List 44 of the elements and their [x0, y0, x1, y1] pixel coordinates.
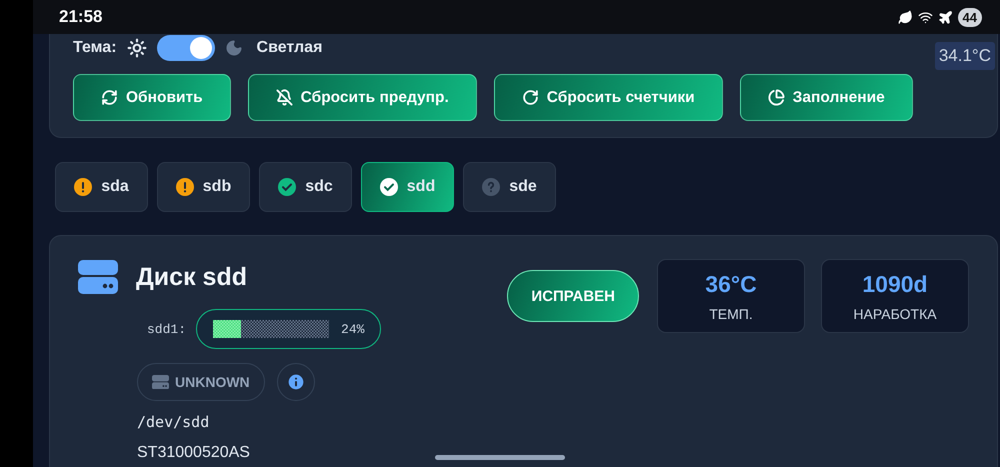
moon-icon	[224, 39, 243, 57]
check-icon	[380, 178, 398, 196]
refresh-icon	[101, 89, 118, 106]
action-button[interactable]: Сбросить счетчики	[494, 74, 723, 121]
device-path: /dev/sdd	[137, 413, 210, 431]
theme-toggle[interactable]	[156, 35, 215, 61]
check-icon	[278, 178, 296, 196]
pie-chart-icon	[768, 89, 785, 106]
theme-mode-label: Светлая	[256, 39, 322, 57]
alert-icon	[74, 178, 92, 196]
disk-tab[interactable]: sdb	[157, 162, 250, 212]
info-button[interactable]	[276, 363, 315, 401]
hard-drive-icon	[152, 374, 169, 390]
info-icon	[286, 372, 306, 392]
disk-tab[interactable]: sdc	[259, 162, 352, 212]
action-button[interactable]: Заполнение	[740, 74, 913, 121]
disk-tab[interactable]: sde	[463, 162, 556, 212]
disk-model: ST31000520AS	[137, 444, 251, 462]
hard-drive-icon	[78, 260, 118, 294]
health-status: ИСПРАВЕН	[507, 270, 639, 322]
action-button[interactable]: Обновить	[73, 74, 231, 121]
disk-tab[interactable]: sdd	[361, 162, 454, 212]
stat-label: ТЕМП.	[709, 306, 753, 322]
bell-off-icon	[276, 89, 293, 106]
battery-level: 44	[958, 8, 982, 26]
stat-label: НАРАБОТКА	[853, 306, 937, 322]
stat-value: 1090d	[862, 270, 928, 298]
airplane-icon	[938, 10, 953, 24]
disk-type-badge: UNKNOWN	[137, 363, 265, 401]
leaf-icon	[898, 10, 913, 24]
usage-reading: 24%	[341, 322, 364, 336]
disk-title: Диск sdd	[136, 262, 247, 292]
alert-icon	[176, 178, 194, 196]
temperature-badge: 34.1°C	[934, 42, 995, 70]
sun-icon	[126, 38, 147, 58]
action-button[interactable]: Сбросить предупр.	[248, 74, 477, 121]
stat-value: 36°C	[705, 270, 757, 298]
theme-label: Тема:	[73, 39, 117, 57]
partition-name: sdd1:	[147, 322, 186, 336]
rotate-icon	[522, 89, 539, 106]
disk-tab[interactable]: sda	[55, 162, 148, 212]
question-icon	[482, 178, 500, 196]
clock-time: 21:58	[59, 7, 102, 27]
wifi-icon	[918, 10, 933, 24]
